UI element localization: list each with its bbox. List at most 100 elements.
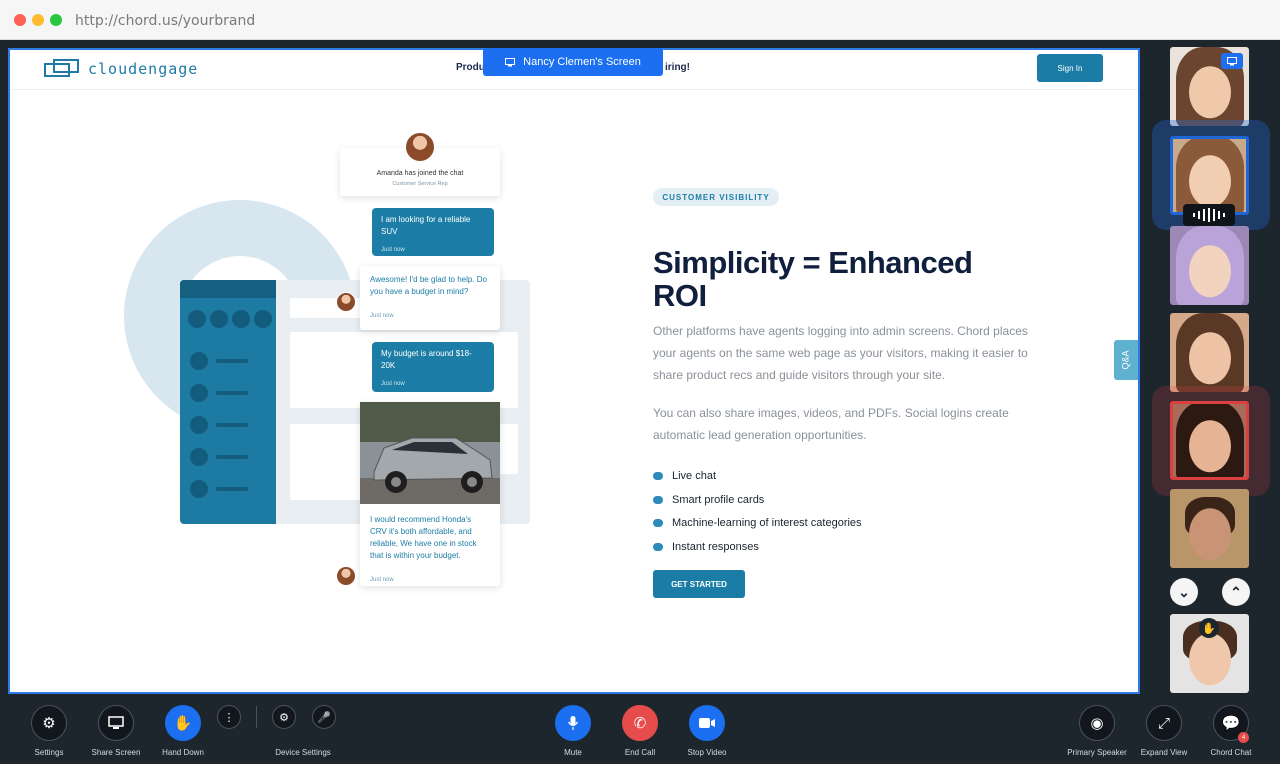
message-time: Just now bbox=[381, 381, 405, 387]
joined-text: Amanda has joined the chat bbox=[376, 170, 464, 177]
mock-dot bbox=[210, 310, 228, 328]
participant-face bbox=[1188, 507, 1231, 560]
promo-text-right: iring! bbox=[665, 62, 690, 73]
participant-face bbox=[1188, 419, 1231, 472]
agent-avatar bbox=[336, 292, 356, 312]
message-text: My budget is around $18-20K bbox=[381, 349, 472, 370]
settings-button[interactable]: ⚙ bbox=[31, 705, 67, 741]
hand-icon: ✋ bbox=[173, 715, 193, 732]
feature-label: Live chat bbox=[672, 470, 717, 482]
participant-tile-presenter[interactable] bbox=[1170, 47, 1249, 126]
mock-line bbox=[216, 391, 248, 395]
app-window: http://chord.us/yourbrand Nancy Clemen's… bbox=[0, 0, 1280, 764]
expand-icon: ⤢ bbox=[1157, 714, 1170, 732]
message-time: Just now bbox=[370, 313, 394, 319]
minimize-window-button[interactable] bbox=[32, 14, 44, 26]
feature-label: Instant responses bbox=[672, 541, 759, 553]
agent-role: Customer Service Rep bbox=[392, 181, 448, 187]
feature-label: Machine-learning of interest categories bbox=[672, 517, 862, 529]
mock-line bbox=[216, 487, 248, 491]
hand-down-label: Hand Down bbox=[162, 748, 204, 757]
camera-settings-button[interactable]: ⚙ bbox=[272, 705, 296, 729]
expand-view-button[interactable]: ⤢ bbox=[1146, 705, 1182, 741]
self-view-tile[interactable]: ✋ bbox=[1170, 614, 1249, 693]
feature-item: Smart profile cards bbox=[653, 494, 764, 506]
participant-tile[interactable] bbox=[1170, 226, 1249, 305]
camera-gear-icon: ⚙ bbox=[279, 711, 289, 724]
chat-bubble-icon bbox=[653, 519, 663, 527]
mock-dot bbox=[188, 310, 206, 328]
section-tag: CUSTOMER VISIBILITY bbox=[653, 188, 779, 206]
mock-line bbox=[216, 423, 248, 427]
chat-bubble-icon bbox=[653, 472, 663, 480]
toolbar-divider bbox=[256, 706, 257, 728]
chat-message-visitor: My budget is around $18-20K Just now bbox=[372, 342, 494, 392]
feature-item: Live chat bbox=[653, 470, 716, 482]
agent-avatar bbox=[336, 566, 356, 586]
chat-bubble-icon bbox=[653, 496, 663, 504]
chat-unread-badge: 4 bbox=[1238, 732, 1249, 743]
qa-tab-label: Q&A bbox=[1120, 350, 1131, 370]
maximize-window-button[interactable] bbox=[50, 14, 62, 26]
agent-avatar bbox=[405, 132, 435, 162]
participant-tile-hand-raised[interactable] bbox=[1170, 401, 1249, 480]
participant-tile[interactable] bbox=[1170, 489, 1249, 568]
cloudengage-logo[interactable]: cloudengage bbox=[44, 58, 198, 80]
more-vertical-icon: ⋮ bbox=[223, 711, 235, 724]
phone-hangup-icon: ✆ bbox=[633, 715, 647, 732]
participant-face bbox=[1188, 65, 1231, 118]
message-text: I would recommend Honda's CRV it's both … bbox=[370, 515, 477, 560]
mute-button[interactable] bbox=[555, 705, 591, 741]
primary-speaker-button[interactable]: ◉ bbox=[1079, 705, 1115, 741]
message-time: Just now bbox=[370, 577, 394, 583]
mock-sidebar-header bbox=[180, 280, 276, 298]
mock-dot bbox=[254, 310, 272, 328]
description-paragraph: Other platforms have agents logging into… bbox=[653, 324, 1028, 382]
feature-item: Machine-learning of interest categories bbox=[653, 517, 862, 529]
share-screen-button[interactable] bbox=[98, 705, 134, 741]
chat-message-visitor: I am looking for a reliable SUV Just now bbox=[372, 208, 494, 256]
chat-icon: 💬 bbox=[1221, 715, 1241, 732]
more-options-button[interactable]: ⋮ bbox=[217, 705, 241, 729]
chevron-up-icon: ⌃ bbox=[1230, 583, 1242, 600]
video-camera-icon bbox=[699, 718, 715, 728]
stop-video-button[interactable] bbox=[689, 705, 725, 741]
scroll-down-button[interactable]: ⌄ bbox=[1170, 578, 1198, 606]
car-photo[interactable] bbox=[360, 402, 500, 504]
screen-share-icon bbox=[1227, 56, 1237, 65]
device-settings-label: Device Settings bbox=[275, 748, 331, 757]
scroll-up-button[interactable]: ⌃ bbox=[1222, 578, 1250, 606]
mock-dot bbox=[190, 384, 208, 402]
presenting-badge bbox=[1221, 53, 1243, 69]
participant-face bbox=[1188, 244, 1231, 297]
hand-down-button[interactable]: ✋ bbox=[165, 705, 201, 741]
browser-titlebar: http://chord.us/yourbrand bbox=[0, 0, 1280, 40]
mock-line bbox=[216, 455, 248, 459]
chat-product-card: I would recommend Honda's CRV it's both … bbox=[360, 402, 500, 586]
message-time: Just now bbox=[381, 247, 405, 253]
product-message: I would recommend Honda's CRV it's both … bbox=[360, 506, 500, 594]
shared-screen: cloudengage Produ iring! Sign In Amanda … bbox=[8, 48, 1140, 694]
sign-in-button[interactable]: Sign In bbox=[1037, 54, 1103, 82]
message-text: Awesome! I'd be glad to help. Do you hav… bbox=[370, 275, 488, 296]
mic-gear-icon: 🎤 bbox=[317, 711, 331, 724]
feature-label: Smart profile cards bbox=[672, 494, 765, 506]
qa-tab[interactable]: Q&A bbox=[1114, 340, 1138, 380]
mic-settings-button[interactable]: 🎤 bbox=[312, 705, 336, 729]
chord-chat-label: Chord Chat bbox=[1210, 748, 1252, 757]
logo-icon bbox=[44, 59, 79, 77]
mock-dot bbox=[190, 480, 208, 498]
mock-block bbox=[290, 424, 366, 500]
participant-tile[interactable] bbox=[1170, 313, 1249, 392]
screen-share-icon bbox=[108, 716, 124, 729]
get-started-button[interactable]: GET STARTED bbox=[653, 570, 745, 598]
close-window-button[interactable] bbox=[14, 14, 26, 26]
end-call-button[interactable]: ✆ bbox=[622, 705, 658, 741]
audio-level-icon bbox=[1183, 204, 1235, 226]
mock-line bbox=[216, 359, 248, 363]
raised-hand-icon: ✋ bbox=[1199, 618, 1219, 638]
participant-face bbox=[1188, 154, 1231, 207]
address-bar[interactable]: http://chord.us/yourbrand bbox=[75, 13, 255, 29]
stop-video-label: Stop Video bbox=[687, 748, 727, 757]
chat-message-agent: Awesome! I'd be glad to help. Do you hav… bbox=[360, 266, 500, 330]
